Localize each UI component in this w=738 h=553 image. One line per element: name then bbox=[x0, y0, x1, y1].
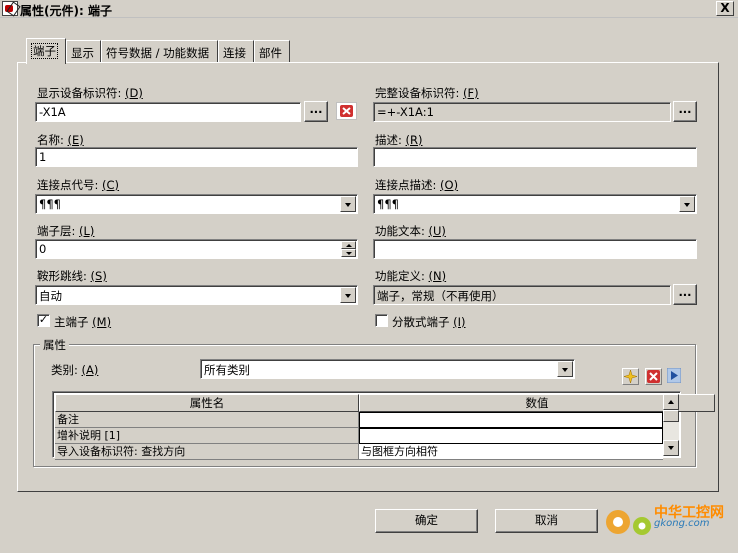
tab-parts[interactable]: 部件 bbox=[254, 40, 290, 62]
col-header-value[interactable]: 数值 bbox=[359, 394, 715, 412]
watermark-logo: 中华工控网 gkong.com bbox=[602, 502, 732, 547]
display-dt-browse-button[interactable]: ... bbox=[304, 101, 328, 122]
table-row[interactable]: 导入设备标识符: 查找方向 bbox=[55, 444, 359, 460]
tab-terminal[interactable]: 端子 bbox=[26, 38, 66, 64]
terminal-level-label: 端子层: (L) bbox=[37, 224, 95, 238]
table-cell-value[interactable]: 与图框方向相符 bbox=[359, 444, 663, 460]
spin-down-icon[interactable] bbox=[341, 249, 356, 257]
description-label: 描述: (R) bbox=[375, 133, 423, 147]
display-dt-input[interactable]: -X1A bbox=[35, 102, 301, 122]
saddle-jumper-label: 鞍形跳线: (S) bbox=[37, 269, 107, 283]
spin-up-icon[interactable] bbox=[341, 241, 356, 249]
function-definition-browse-button[interactable]: ... bbox=[673, 284, 697, 305]
category-label: 类别: (A) bbox=[51, 363, 99, 377]
properties-group-label: 属性 bbox=[40, 337, 69, 353]
col-header-property-name[interactable]: 属性名 bbox=[55, 394, 359, 412]
description-input[interactable] bbox=[373, 147, 697, 167]
connection-point-select[interactable]: ¶¶¶ bbox=[35, 194, 358, 214]
name-input[interactable]: 1 bbox=[35, 147, 358, 167]
window-title: 属性(元件): 端子 bbox=[20, 4, 112, 18]
new-star-icon[interactable] bbox=[622, 368, 639, 385]
main-terminal-checkbox[interactable]: ✓ bbox=[37, 314, 50, 327]
chevron-down-icon[interactable] bbox=[340, 287, 356, 303]
display-dt-label: 显示设备标识符: (D) bbox=[37, 86, 143, 100]
delete-x-icon[interactable] bbox=[645, 368, 662, 385]
chevron-down-icon[interactable] bbox=[557, 361, 573, 377]
cancel-button[interactable]: 取消 bbox=[495, 509, 598, 533]
title-bar: 属性(元件): 端子 X bbox=[0, 0, 738, 18]
property-grid[interactable]: 属性名 数值 备注 增补说明 [1] 导入设备标识符: 查找方向 与图框方向相符 bbox=[52, 391, 715, 460]
function-text-label: 功能文本: (U) bbox=[375, 224, 446, 238]
function-text-input[interactable] bbox=[373, 239, 697, 259]
scroll-up-icon[interactable] bbox=[663, 394, 679, 410]
function-definition-label: 功能定义: (N) bbox=[375, 269, 447, 283]
function-definition-input: 端子，常规（不再使用） bbox=[373, 285, 671, 305]
terminal-level-spinner[interactable]: 0 bbox=[35, 239, 358, 259]
connection-point-label: 连接点代号: (C) bbox=[37, 178, 120, 192]
distributed-terminal-label: 分散式端子 (I) bbox=[392, 315, 466, 329]
category-select[interactable]: 所有类别 bbox=[200, 359, 575, 379]
app-icon bbox=[2, 1, 18, 16]
full-dt-input: =+-X1A:1 bbox=[373, 102, 671, 122]
watermark-sub: gkong.com bbox=[654, 518, 710, 529]
table-cell-value[interactable] bbox=[359, 412, 663, 428]
ok-button[interactable]: 确定 bbox=[375, 509, 478, 533]
full-dt-label: 完整设备标识符: (F) bbox=[375, 86, 479, 100]
chevron-down-icon[interactable] bbox=[679, 196, 695, 212]
property-grid-scrollbar[interactable] bbox=[663, 394, 679, 456]
connection-desc-select[interactable]: ¶¶¶ bbox=[373, 194, 697, 214]
connection-desc-label: 连接点描述: (O) bbox=[375, 178, 459, 192]
tab-connection[interactable]: 连接 bbox=[218, 40, 254, 62]
chevron-down-icon[interactable] bbox=[340, 196, 356, 212]
distributed-terminal-checkbox[interactable] bbox=[375, 314, 388, 327]
full-dt-browse-button[interactable]: ... bbox=[673, 101, 697, 122]
main-terminal-label: 主端子 (M) bbox=[54, 315, 112, 329]
table-row[interactable]: 增补说明 [1] bbox=[55, 428, 359, 444]
delete-x-icon[interactable] bbox=[336, 102, 357, 120]
close-button[interactable]: X bbox=[716, 1, 734, 16]
tab-display[interactable]: 显示 bbox=[66, 40, 101, 62]
arrow-right-icon[interactable] bbox=[666, 367, 682, 384]
name-label: 名称: (E) bbox=[37, 133, 84, 147]
table-cell-value[interactable] bbox=[359, 428, 663, 444]
scroll-down-icon[interactable] bbox=[663, 440, 679, 456]
table-row[interactable]: 备注 bbox=[55, 412, 359, 428]
tab-symbol-function-data[interactable]: 符号数据 / 功能数据 bbox=[101, 40, 218, 62]
scroll-thumb[interactable] bbox=[663, 410, 679, 422]
saddle-jumper-select[interactable]: 自动 bbox=[35, 285, 358, 305]
